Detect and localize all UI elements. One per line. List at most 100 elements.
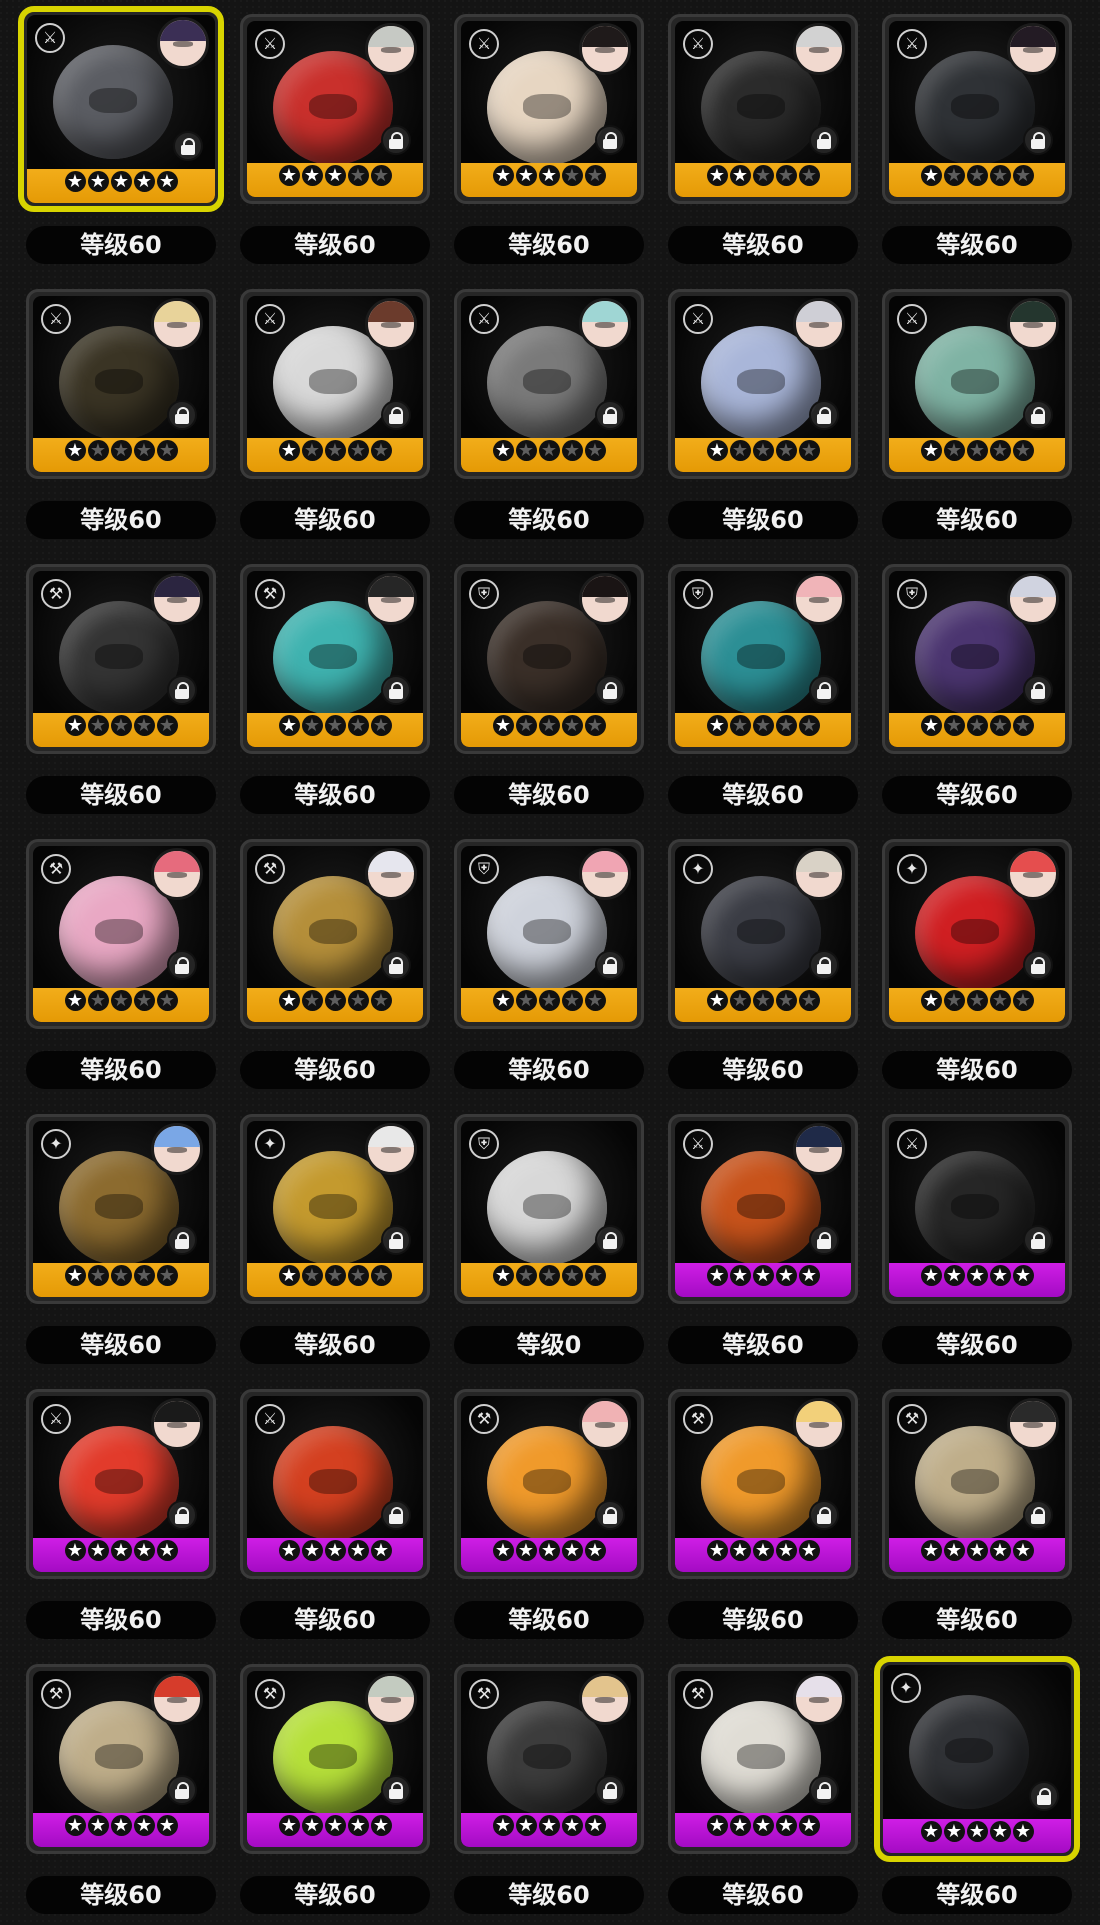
star-empty-icon: ★ (729, 440, 751, 461)
lock-icon[interactable] (381, 125, 411, 155)
lock-icon[interactable] (595, 675, 625, 705)
bangboo-card-selected[interactable]: ✦ ★ ★ ★ ★ ★ (874, 1656, 1080, 1862)
star-empty-icon: ★ (752, 990, 774, 1011)
lock-icon[interactable] (381, 675, 411, 705)
lock-icon[interactable] (809, 125, 839, 155)
bangboo-card[interactable]: ⚒ ★ ★ ★ ★ ★ (454, 1389, 644, 1579)
lock-icon[interactable] (809, 1225, 839, 1255)
star-filled-icon: ★ (87, 171, 109, 192)
card-portrait: ✦ ★ ★ ★ ★ ★ (33, 1121, 209, 1297)
lock-icon[interactable] (167, 400, 197, 430)
lock-icon[interactable] (809, 1775, 839, 1805)
lock-icon[interactable] (381, 950, 411, 980)
star-filled-icon: ★ (1012, 1821, 1034, 1842)
level-label: 等级60 (882, 1876, 1072, 1914)
lock-icon[interactable] (595, 1500, 625, 1530)
star-filled-icon: ★ (920, 715, 942, 736)
lock-icon[interactable] (1023, 1500, 1053, 1530)
bangboo-card[interactable]: ⚔ ★ ★ ★ ★ ★ (668, 289, 858, 479)
support-icon: ✦ (897, 854, 927, 884)
lock-icon[interactable] (595, 950, 625, 980)
agent-avatar (151, 1398, 203, 1450)
star-rating: ★ ★ ★ ★ ★ (33, 1538, 209, 1572)
lock-icon[interactable] (167, 675, 197, 705)
bangboo-card[interactable]: ⚒ ★ ★ ★ ★ ★ (240, 564, 430, 754)
bangboo-card[interactable]: ⚔ ★ ★ ★ ★ ★ (668, 14, 858, 204)
lock-icon[interactable] (1023, 675, 1053, 705)
bangboo-card[interactable]: ⚒ ★ ★ ★ ★ ★ (26, 839, 216, 1029)
bangboo-card[interactable]: ⚔ ★ ★ ★ ★ ★ (668, 1114, 858, 1304)
bangboo-card[interactable]: ⚔ ★ ★ ★ ★ ★ (882, 1114, 1072, 1304)
bangboo-card[interactable]: ⚔ ★ ★ ★ ★ ★ (882, 14, 1072, 204)
bangboo-card[interactable]: ⛨ ★ ★ ★ ★ ★ (882, 564, 1072, 754)
star-filled-icon: ★ (110, 1815, 132, 1836)
star-filled-icon: ★ (729, 1815, 751, 1836)
bangboo-card[interactable]: ⚒ ★ ★ ★ ★ ★ (668, 1664, 858, 1854)
bangboo-card[interactable]: ✦ ★ ★ ★ ★ ★ (240, 1114, 430, 1304)
star-empty-icon: ★ (584, 165, 606, 186)
lock-icon[interactable] (809, 950, 839, 980)
level-label: 等级60 (240, 226, 430, 264)
lock-icon[interactable] (173, 131, 203, 161)
lock-icon[interactable] (381, 400, 411, 430)
level-label: 等级60 (26, 1051, 216, 1089)
bangboo-card[interactable]: ⚔ ★ ★ ★ ★ ★ (26, 289, 216, 479)
lock-icon[interactable] (167, 1775, 197, 1805)
lock-icon[interactable] (381, 1500, 411, 1530)
bangboo-card[interactable]: ⚔ ★ ★ ★ ★ ★ (454, 14, 644, 204)
bangboo-card[interactable]: ✦ ★ ★ ★ ★ ★ (882, 839, 1072, 1029)
star-empty-icon: ★ (324, 715, 346, 736)
lock-icon[interactable] (381, 1225, 411, 1255)
card-portrait: ✦ ★ ★ ★ ★ ★ (889, 846, 1065, 1022)
star-empty-icon: ★ (324, 990, 346, 1011)
bangboo-card[interactable]: ⚒ ★ ★ ★ ★ ★ (26, 1664, 216, 1854)
lock-icon[interactable] (167, 1500, 197, 1530)
lock-icon[interactable] (1023, 125, 1053, 155)
star-rating: ★ ★ ★ ★ ★ (883, 1819, 1071, 1853)
star-empty-icon: ★ (1012, 990, 1034, 1011)
bangboo-card[interactable]: ⚔ ★ ★ ★ ★ ★ (240, 1389, 430, 1579)
lock-icon[interactable] (381, 1775, 411, 1805)
lock-icon[interactable] (1023, 950, 1053, 980)
bangboo-card[interactable]: ⚔ ★ ★ ★ ★ ★ (454, 289, 644, 479)
lock-icon[interactable] (167, 950, 197, 980)
lock-icon[interactable] (1023, 1225, 1053, 1255)
star-rating: ★ ★ ★ ★ ★ (889, 163, 1065, 197)
star-rating: ★ ★ ★ ★ ★ (675, 1538, 851, 1572)
shield-icon: ⛨ (469, 579, 499, 609)
bangboo-card[interactable]: ⚒ ★ ★ ★ ★ ★ (240, 1664, 430, 1854)
bangboo-card[interactable]: ⛨ ★ ★ ★ ★ ★ (668, 564, 858, 754)
lock-icon[interactable] (809, 400, 839, 430)
bangboo-card-selected[interactable]: ⚔ ★ ★ ★ ★ ★ (18, 6, 224, 212)
bangboo-card[interactable]: ⚔ ★ ★ ★ ★ ★ (240, 289, 430, 479)
lock-icon[interactable] (595, 400, 625, 430)
bangboo-cell: ⚔ ★ ★ ★ ★ ★ 等级60 (240, 1389, 430, 1650)
bangboo-card[interactable]: ⚔ ★ ★ ★ ★ ★ (882, 289, 1072, 479)
bangboo-card[interactable]: ⚒ ★ ★ ★ ★ ★ (26, 564, 216, 754)
bangboo-card[interactable]: ⚒ ★ ★ ★ ★ ★ (668, 1389, 858, 1579)
lock-icon[interactable] (595, 1225, 625, 1255)
bangboo-card[interactable]: ⚔ ★ ★ ★ ★ ★ (26, 1389, 216, 1579)
lock-icon[interactable] (1029, 1781, 1059, 1811)
lock-icon[interactable] (1023, 400, 1053, 430)
lock-icon[interactable] (809, 675, 839, 705)
bangboo-card[interactable]: ⚒ ★ ★ ★ ★ ★ (240, 839, 430, 1029)
lock-icon[interactable] (809, 1500, 839, 1530)
lock-icon[interactable] (167, 1225, 197, 1255)
lock-icon[interactable] (595, 125, 625, 155)
bangboo-cell: ✦ ★ ★ ★ ★ ★ 等级60 (882, 839, 1072, 1100)
level-label: 等级60 (882, 776, 1072, 814)
bangboo-card[interactable]: ✦ ★ ★ ★ ★ ★ (26, 1114, 216, 1304)
bangboo-card[interactable]: ⛨ ★ ★ ★ ★ ★ (454, 1114, 644, 1304)
bangboo-card[interactable]: ⛨ ★ ★ ★ ★ ★ (454, 564, 644, 754)
star-empty-icon: ★ (538, 440, 560, 461)
bangboo-card[interactable]: ✦ ★ ★ ★ ★ ★ (668, 839, 858, 1029)
star-filled-icon: ★ (706, 440, 728, 461)
bangboo-card[interactable]: ⚒ ★ ★ ★ ★ ★ (454, 1664, 644, 1854)
bangboo-card[interactable]: ⚒ ★ ★ ★ ★ ★ (882, 1389, 1072, 1579)
crossed-swords-icon: ⚔ (255, 29, 285, 59)
hammer-icon: ⚒ (255, 579, 285, 609)
lock-icon[interactable] (595, 1775, 625, 1805)
bangboo-card[interactable]: ⚔ ★ ★ ★ ★ ★ (240, 14, 430, 204)
bangboo-card[interactable]: ⛨ ★ ★ ★ ★ ★ (454, 839, 644, 1029)
